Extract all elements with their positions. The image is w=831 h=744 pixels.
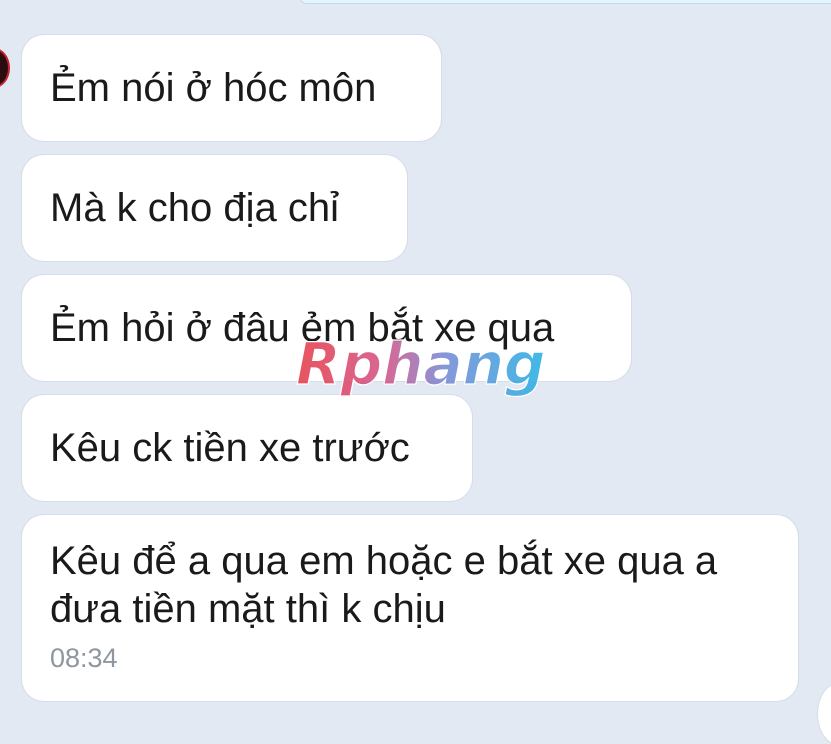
- message-bubble[interactable]: Kêu ck tiền xe trước: [22, 395, 472, 501]
- message-text: Mà k cho địa chỉ: [50, 186, 340, 230]
- message-text: Kêu để a qua em hoặc e bắt xe qua a đưa …: [50, 539, 718, 631]
- scroll-down-button[interactable]: [818, 684, 831, 744]
- message-text: Ẻm hỏi ở đâu ẻm bắt xe qua: [50, 306, 555, 350]
- message-bubble[interactable]: Ẻm hỏi ở đâu ẻm bắt xe qua: [22, 275, 631, 381]
- message-text: Ẻm nói ở hóc môn: [50, 66, 377, 110]
- previous-message-edge: [300, 0, 831, 4]
- message-bubble[interactable]: Mà k cho địa chỉ: [22, 155, 407, 261]
- message-timestamp: 08:34: [50, 643, 118, 673]
- message-bubble[interactable]: Kêu để a qua em hoặc e bắt xe qua a đưa …: [22, 515, 798, 701]
- message-text: Kêu ck tiền xe trước: [50, 426, 410, 470]
- message-bubble[interactable]: Ẻm nói ở hóc môn: [22, 35, 441, 141]
- avatar[interactable]: [0, 48, 10, 88]
